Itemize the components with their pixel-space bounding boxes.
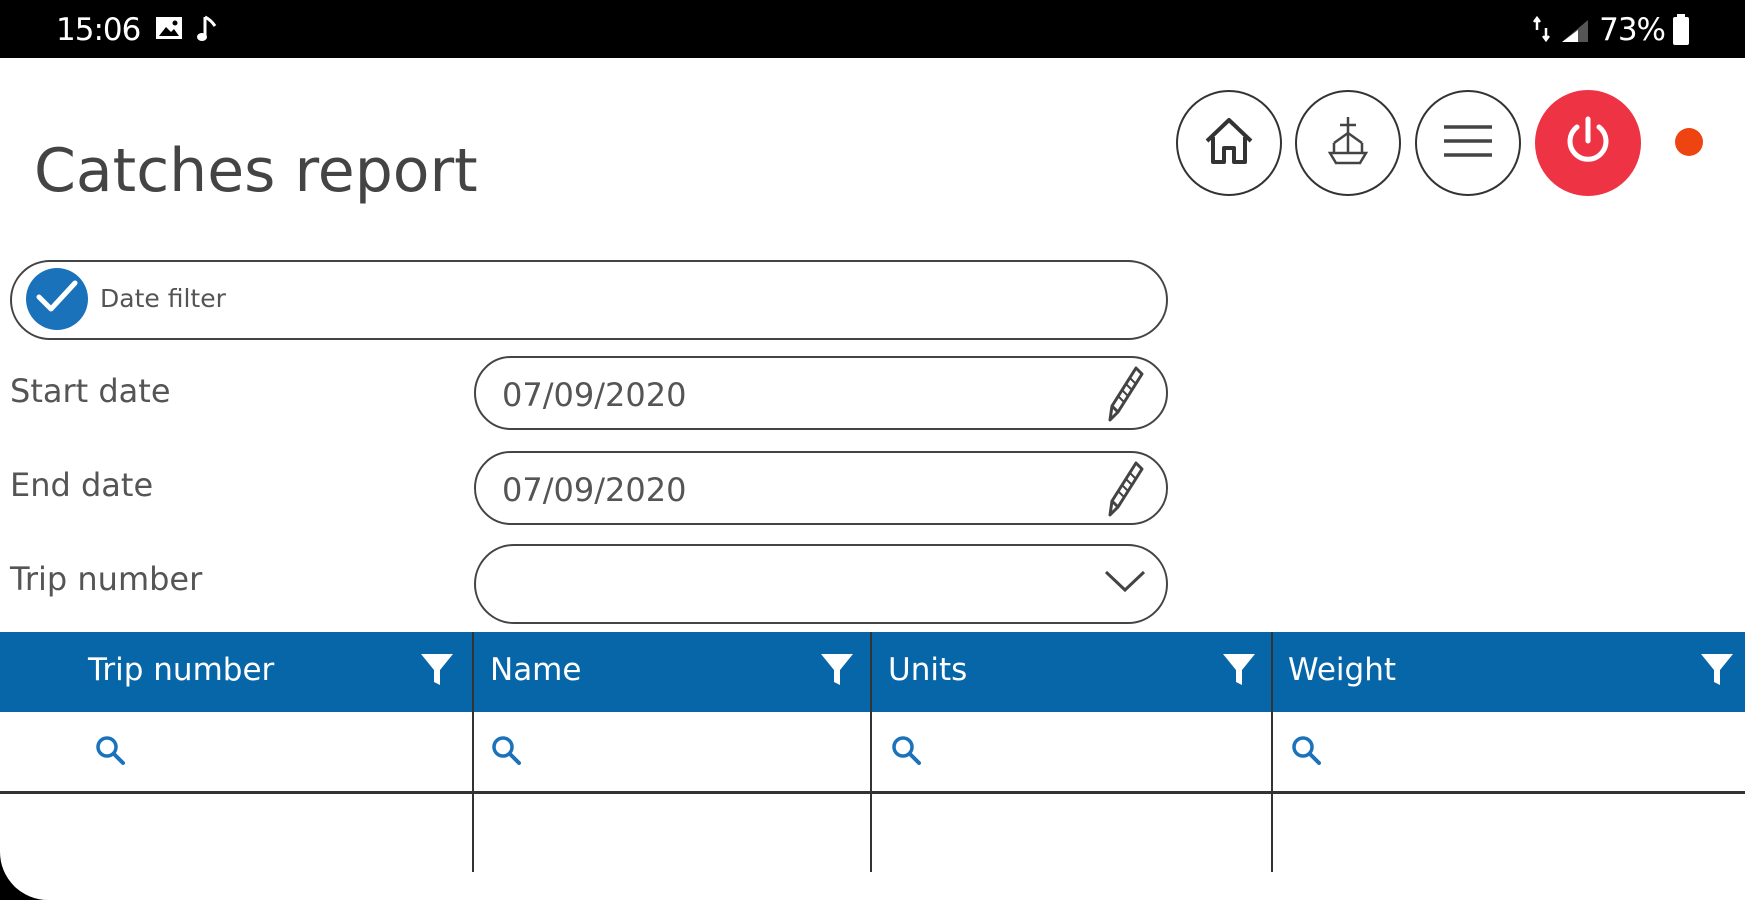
column-header-label: Units <box>888 652 968 688</box>
vessel-button[interactable] <box>1295 90 1401 196</box>
menu-icon <box>1442 123 1494 163</box>
column-header-name[interactable]: Name <box>474 632 872 712</box>
pencil-icon[interactable] <box>1106 364 1144 428</box>
status-time: 15:06 <box>56 12 141 48</box>
home-icon <box>1201 115 1257 171</box>
filter-funnel-icon[interactable] <box>420 652 454 696</box>
signal-icon <box>1560 18 1590 48</box>
app-screen: Catches report Date filter Start date 07… <box>0 58 1745 900</box>
column-header-units[interactable]: Units <box>872 632 1272 712</box>
search-icon[interactable] <box>890 734 922 770</box>
power-button[interactable] <box>1535 90 1641 196</box>
filter-funnel-icon[interactable] <box>1222 652 1256 696</box>
search-icon[interactable] <box>94 734 126 770</box>
column-header-label: Trip number <box>88 652 275 688</box>
pencil-icon[interactable] <box>1106 459 1144 523</box>
column-header-weight[interactable]: Weight <box>1272 632 1745 712</box>
music-note-icon <box>196 14 218 48</box>
menu-button[interactable] <box>1415 90 1521 196</box>
end-date-field[interactable]: 07/09/2020 <box>474 451 1168 525</box>
column-header-label: Name <box>490 652 582 688</box>
date-filter-label: Date filter <box>100 284 226 313</box>
start-date-label: Start date <box>10 372 171 410</box>
search-icon[interactable] <box>1290 734 1322 770</box>
status-indicator-dot <box>1675 128 1703 156</box>
grid-header: Trip number Name Units Weight <box>0 632 1745 712</box>
end-date-value: 07/09/2020 <box>502 471 687 509</box>
page-title: Catches report <box>34 136 478 206</box>
start-date-field[interactable]: 07/09/2020 <box>474 356 1168 430</box>
end-date-label: End date <box>10 466 154 504</box>
column-header-trip-number[interactable]: Trip number <box>0 632 474 712</box>
column-divider <box>1271 632 1273 872</box>
image-icon <box>155 16 183 44</box>
filter-funnel-icon[interactable] <box>820 652 854 696</box>
column-divider <box>472 632 474 872</box>
chevron-down-icon[interactable] <box>1102 566 1148 600</box>
start-date-value: 07/09/2020 <box>502 376 687 414</box>
home-button[interactable] <box>1176 90 1282 196</box>
data-arrows-icon <box>1532 14 1552 48</box>
battery-percent: 73% <box>1599 12 1666 48</box>
date-filter-checkbox[interactable] <box>26 268 88 330</box>
search-icon[interactable] <box>490 734 522 770</box>
date-filter-toggle[interactable]: Date filter <box>10 260 1168 340</box>
battery-icon <box>1672 14 1690 50</box>
grid-filter-row <box>0 712 1745 794</box>
column-divider <box>870 632 872 872</box>
power-icon <box>1560 113 1616 173</box>
trip-number-label: Trip number <box>10 560 203 598</box>
vessel-icon <box>1322 113 1374 173</box>
status-bar: 15:06 73% <box>0 0 1745 58</box>
trip-number-select[interactable] <box>474 544 1168 624</box>
check-icon <box>35 279 79 319</box>
filter-funnel-icon[interactable] <box>1700 652 1734 696</box>
column-header-label: Weight <box>1288 652 1397 688</box>
